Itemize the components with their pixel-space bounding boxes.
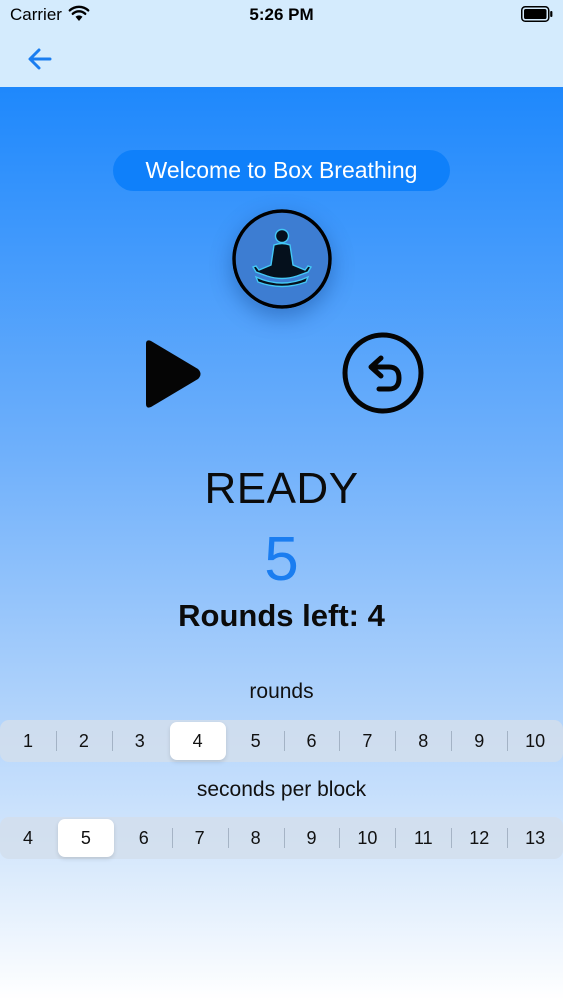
seconds-option-11[interactable]: 11 — [395, 817, 451, 859]
seconds-option-13[interactable]: 13 — [507, 817, 563, 859]
rounds-option-3[interactable]: 3 — [111, 720, 168, 762]
rounds-option-6[interactable]: 6 — [283, 720, 340, 762]
seconds-option-10[interactable]: 10 — [339, 817, 395, 859]
meditation-figure-icon — [232, 209, 332, 309]
play-icon[interactable] — [140, 338, 204, 410]
seconds-per-block-label: seconds per block — [196, 778, 367, 801]
seconds-option-8[interactable]: 8 — [227, 817, 284, 859]
battery-icon — [521, 6, 553, 22]
rounds-option-1[interactable]: 1 — [0, 720, 56, 762]
seconds-segmented-control: 4 5 6 7 8 9 10 11 12 13 — [0, 817, 563, 859]
rounds-label: rounds — [249, 680, 314, 703]
seconds-option-7[interactable]: 7 — [171, 817, 228, 859]
rounds-option-2[interactable]: 2 — [55, 720, 112, 762]
status-bar: Carrier 5:26 PM — [0, 0, 563, 30]
rounds-option-8[interactable]: 8 — [395, 720, 451, 762]
seconds-option-6[interactable]: 6 — [116, 817, 172, 859]
undo-circle-icon[interactable] — [341, 331, 425, 415]
rounds-left-label: Rounds left: 4 — [178, 598, 385, 633]
welcome-title: Welcome to Box Breathing — [113, 150, 450, 191]
seconds-option-9[interactable]: 9 — [283, 817, 340, 859]
navigation-bar — [0, 30, 563, 87]
seconds-option-5[interactable]: 5 — [57, 819, 114, 857]
phase-label: READY — [204, 464, 359, 513]
seconds-option-4[interactable]: 4 — [0, 817, 56, 859]
rounds-option-7[interactable]: 7 — [339, 720, 395, 762]
rounds-option-5[interactable]: 5 — [228, 720, 284, 762]
back-arrow-icon[interactable] — [22, 44, 58, 74]
rounds-option-10[interactable]: 10 — [507, 720, 563, 762]
countdown-number: 5 — [264, 525, 299, 594]
status-time: 5:26 PM — [249, 5, 314, 24]
rounds-option-4[interactable]: 4 — [169, 722, 226, 760]
rounds-segmented-control: 1 2 3 4 5 6 7 8 9 10 — [0, 720, 563, 762]
rounds-option-9[interactable]: 9 — [451, 720, 507, 762]
seconds-option-12[interactable]: 12 — [451, 817, 507, 859]
